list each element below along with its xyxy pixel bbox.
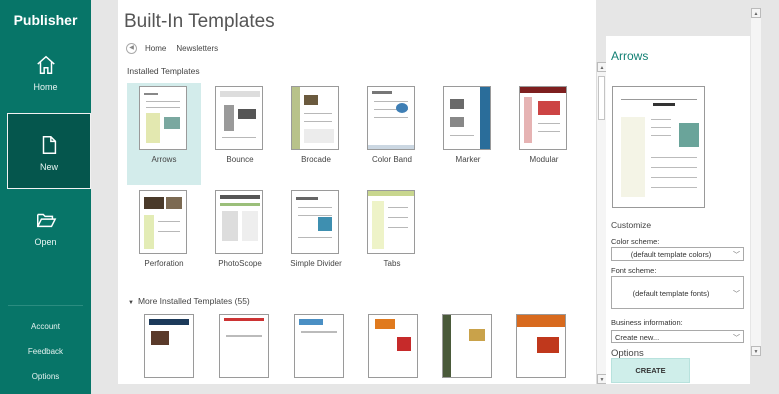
nav-new-label: New xyxy=(39,162,58,172)
template-arrows[interactable]: Arrows xyxy=(127,83,201,185)
create-button[interactable]: CREATE xyxy=(611,358,690,383)
more-template-thumbnail[interactable] xyxy=(294,314,344,378)
more-template-thumbnail[interactable] xyxy=(144,314,194,378)
template-thumbnail xyxy=(139,190,187,254)
home-icon xyxy=(36,55,55,74)
template-label: Perforation xyxy=(144,259,184,268)
template-perforation[interactable]: Perforation xyxy=(127,187,201,289)
template-label: Marker xyxy=(455,155,481,164)
template-simple-divider[interactable]: Simple Divider xyxy=(279,187,353,289)
new-document-icon xyxy=(42,136,57,154)
page-title: Built-In Templates xyxy=(124,11,275,32)
color-scheme-value: (default template colors) xyxy=(630,250,712,259)
scroll-down-icon[interactable]: ▼ xyxy=(751,346,761,356)
template-thumbnail xyxy=(215,190,263,254)
template-label: Color Band xyxy=(371,155,413,164)
nav-feedback[interactable]: Feedback xyxy=(0,347,91,356)
template-marker[interactable]: Marker xyxy=(431,83,505,185)
template-label: Tabs xyxy=(383,259,401,268)
templates-panel: Built-In Templates ◀ Home Newsletters In… xyxy=(118,0,596,384)
folder-open-icon xyxy=(36,213,56,228)
template-preview xyxy=(612,86,705,208)
backstage-sidebar: Publisher Home New Open Account Feedback… xyxy=(0,0,91,394)
nav-account[interactable]: Account xyxy=(0,322,91,331)
more-template-thumbnail[interactable] xyxy=(219,314,269,378)
font-scheme-value: (default template fonts) xyxy=(632,289,710,298)
installed-templates-heading: Installed Templates xyxy=(127,66,200,76)
template-bounce[interactable]: Bounce xyxy=(203,83,277,185)
chevron-down-icon: ﹀ xyxy=(733,252,740,259)
back-button[interactable]: ◀ xyxy=(126,43,137,54)
template-brocade[interactable]: Brocade xyxy=(279,83,353,185)
nav-home[interactable]: Home xyxy=(0,54,91,104)
template-thumbnail xyxy=(291,86,339,150)
template-thumbnail xyxy=(367,190,415,254)
template-label: Brocade xyxy=(301,155,331,164)
font-scheme-label: Font scheme: xyxy=(611,266,657,275)
template-label: PhotoScope xyxy=(218,259,262,268)
template-details-panel: Arrows Customize Color scheme: (default … xyxy=(606,36,750,384)
template-thumbnail xyxy=(215,86,263,150)
nav-open[interactable]: Open xyxy=(0,209,91,259)
business-info-value: Create new... xyxy=(615,333,660,342)
templates-scrollbar[interactable]: ▲ ▼ xyxy=(596,62,607,384)
collapse-caret-icon: ▼ xyxy=(128,300,134,306)
sidebar-divider xyxy=(8,305,83,306)
template-thumbnail xyxy=(291,190,339,254)
template-label: Simple Divider xyxy=(290,259,342,268)
more-templates-label: More Installed Templates (55) xyxy=(137,296,250,306)
scroll-thumb[interactable] xyxy=(598,76,605,120)
template-thumbnail xyxy=(139,86,187,150)
selected-template-title: Arrows xyxy=(611,49,649,63)
nav-open-label: Open xyxy=(34,237,57,247)
breadcrumb: ◀ Home Newsletters xyxy=(126,43,218,54)
template-thumbnail xyxy=(443,86,491,150)
nav-options[interactable]: Options xyxy=(0,372,91,381)
customize-heading: Customize xyxy=(611,220,652,230)
scroll-up-icon[interactable]: ▲ xyxy=(751,8,761,18)
template-tabs[interactable]: Tabs xyxy=(355,187,429,289)
chevron-down-icon: ﹀ xyxy=(733,335,740,342)
details-scrollbar[interactable]: ▲ ▼ xyxy=(751,8,761,356)
breadcrumb-newsletters: Newsletters xyxy=(176,44,219,53)
more-template-thumbnail[interactable] xyxy=(442,314,492,378)
template-label: Arrows xyxy=(151,155,177,164)
template-thumbnail xyxy=(367,86,415,150)
business-info-dropdown[interactable]: Create new... ﹀ xyxy=(611,330,744,343)
more-template-thumbnail[interactable] xyxy=(368,314,418,378)
more-templates-heading[interactable]: ▼ More Installed Templates (55) xyxy=(128,296,250,306)
app-title: Publisher xyxy=(13,12,78,28)
template-thumbnail xyxy=(519,86,567,150)
template-photoscope[interactable]: PhotoScope xyxy=(203,187,277,289)
chevron-down-icon: ﹀ xyxy=(733,291,740,298)
font-scheme-dropdown[interactable]: (default template fonts) ﹀ xyxy=(611,276,744,309)
more-template-thumbnail[interactable] xyxy=(516,314,566,378)
template-label: Modular xyxy=(529,155,559,164)
nav-new[interactable]: New xyxy=(7,113,91,189)
template-modular[interactable]: Modular xyxy=(507,83,581,185)
color-scheme-dropdown[interactable]: (default template colors) ﹀ xyxy=(611,247,744,261)
color-scheme-label: Color scheme: xyxy=(611,237,660,246)
template-color-band[interactable]: Color Band xyxy=(355,83,429,185)
business-info-label: Business information: xyxy=(611,318,683,327)
breadcrumb-home[interactable]: Home xyxy=(145,44,166,53)
template-label: Bounce xyxy=(226,155,254,164)
nav-home-label: Home xyxy=(33,82,58,92)
